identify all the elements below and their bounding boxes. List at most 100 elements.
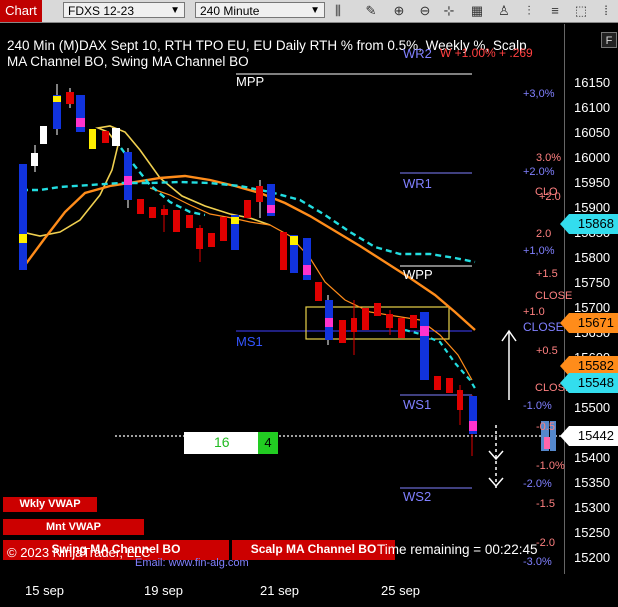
counter-left: 16 — [214, 434, 230, 450]
wkly-vwap-button[interactable]: Wkly VWAP — [3, 497, 97, 512]
pct-label: 3.0% — [536, 152, 562, 164]
price-tick: 15300 — [574, 500, 611, 515]
pct-label: -1.5 — [536, 498, 555, 510]
candle — [446, 378, 453, 393]
wr2-label: WR2 — [403, 46, 432, 61]
candle — [280, 232, 287, 270]
candle-marker — [124, 176, 132, 185]
order-counter[interactable]: 16 4 — [184, 432, 278, 454]
candle-marker — [325, 318, 333, 327]
candle — [186, 215, 193, 228]
pct-label: -0.5 — [536, 421, 555, 433]
price-tick: 15700 — [574, 300, 611, 315]
candle — [19, 164, 27, 270]
wr1-label: WR1 — [403, 176, 432, 191]
candle — [173, 210, 180, 232]
ws1-label: WS1 — [403, 397, 432, 412]
price-tag: 15548 — [560, 373, 618, 393]
ms1-label: MS1 — [236, 334, 263, 349]
candle-marker — [76, 118, 85, 127]
candle — [339, 320, 346, 343]
pct-label: -1.0% — [523, 400, 552, 412]
candle — [374, 303, 381, 316]
candle — [434, 376, 441, 390]
candle-marker — [267, 205, 275, 213]
price-tick: 15200 — [574, 550, 611, 565]
close-label: CLOSE — [535, 290, 573, 302]
ws2-label: WS2 — [403, 489, 432, 504]
pct-label: +1.5 — [536, 268, 558, 280]
pct-label: +1,0% — [523, 245, 555, 257]
candle — [362, 308, 369, 330]
price-tick: 15250 — [574, 525, 611, 540]
candle — [137, 199, 144, 214]
candle — [208, 233, 215, 247]
pct-label: -1.0% — [536, 460, 565, 472]
time-remaining: Time remaining = 00:22:45 — [377, 542, 538, 557]
price-tick: 16150 — [574, 75, 611, 90]
date-tick: 19 sep — [144, 583, 184, 598]
wpp-label: WPP — [403, 267, 433, 282]
candle — [220, 217, 227, 241]
price-tick: 16000 — [574, 150, 611, 165]
candle-marker — [290, 236, 298, 245]
candle — [315, 282, 322, 301]
pct-label: -3.0% — [523, 556, 552, 568]
pct-label: +3,0% — [523, 88, 555, 100]
price-tick: 15950 — [574, 175, 611, 190]
price-tick: 15800 — [574, 250, 611, 265]
price-tick: 16050 — [574, 125, 611, 140]
price-tick: 15500 — [574, 400, 611, 415]
candle — [244, 200, 251, 218]
candle — [89, 129, 96, 149]
candle — [386, 314, 393, 328]
candle-marker — [469, 421, 477, 431]
counter-right: 4 — [258, 432, 278, 454]
pct-label: +2.0 — [539, 191, 561, 203]
f-button[interactable]: F — [601, 32, 617, 48]
pct-label: +1.0 — [523, 306, 545, 318]
price-tag: 15671 — [560, 313, 618, 333]
candle — [31, 153, 38, 166]
pct-label: +2.0% — [523, 166, 555, 178]
candle — [40, 126, 47, 144]
price-tick: 15750 — [574, 275, 611, 290]
scalp-ma-channel-button[interactable]: Scalp MA Channel BO — [232, 540, 395, 560]
candle — [196, 228, 203, 249]
weekly-red-label: W +1.00% + .269 — [440, 46, 533, 60]
price-tick: 15350 — [574, 475, 611, 490]
pct-label: +0.5 — [536, 345, 558, 357]
candle — [351, 318, 357, 332]
candle-marker — [420, 326, 429, 336]
mpp-label: MPP — [236, 74, 265, 89]
candle — [66, 92, 74, 104]
candle — [161, 209, 168, 215]
candle — [410, 315, 417, 328]
price-tag: 15868 — [560, 214, 618, 234]
profile-bar — [544, 437, 550, 449]
price-tick: 16100 — [574, 100, 611, 115]
date-tick: 15 sep — [25, 583, 65, 598]
mnt-vwap-button[interactable]: Mnt VWAP — [3, 519, 144, 535]
copyright-text: © 2023 NinjaTrader, LLC — [7, 545, 151, 560]
candle — [398, 318, 405, 338]
candle — [420, 312, 429, 380]
candle — [112, 128, 120, 146]
candle — [256, 186, 263, 202]
candle — [102, 131, 109, 143]
candle-marker — [231, 217, 239, 224]
email-text: Email: www.fin-alg.com — [135, 557, 249, 569]
candle — [149, 207, 156, 218]
candle — [457, 390, 463, 410]
candle-marker — [303, 265, 311, 275]
price-tag: 15442 — [560, 426, 618, 446]
candle-marker — [53, 96, 61, 102]
candle-marker — [19, 234, 27, 243]
pct-label: 2.0 — [536, 228, 552, 240]
date-tick: 21 sep — [260, 583, 300, 598]
price-tick: 15400 — [574, 450, 611, 465]
close-label: CLOSE — [523, 320, 564, 334]
price-tick: 15900 — [574, 200, 611, 215]
pct-label: -2.0 — [536, 537, 555, 549]
pct-label: -2.0% — [523, 478, 552, 490]
